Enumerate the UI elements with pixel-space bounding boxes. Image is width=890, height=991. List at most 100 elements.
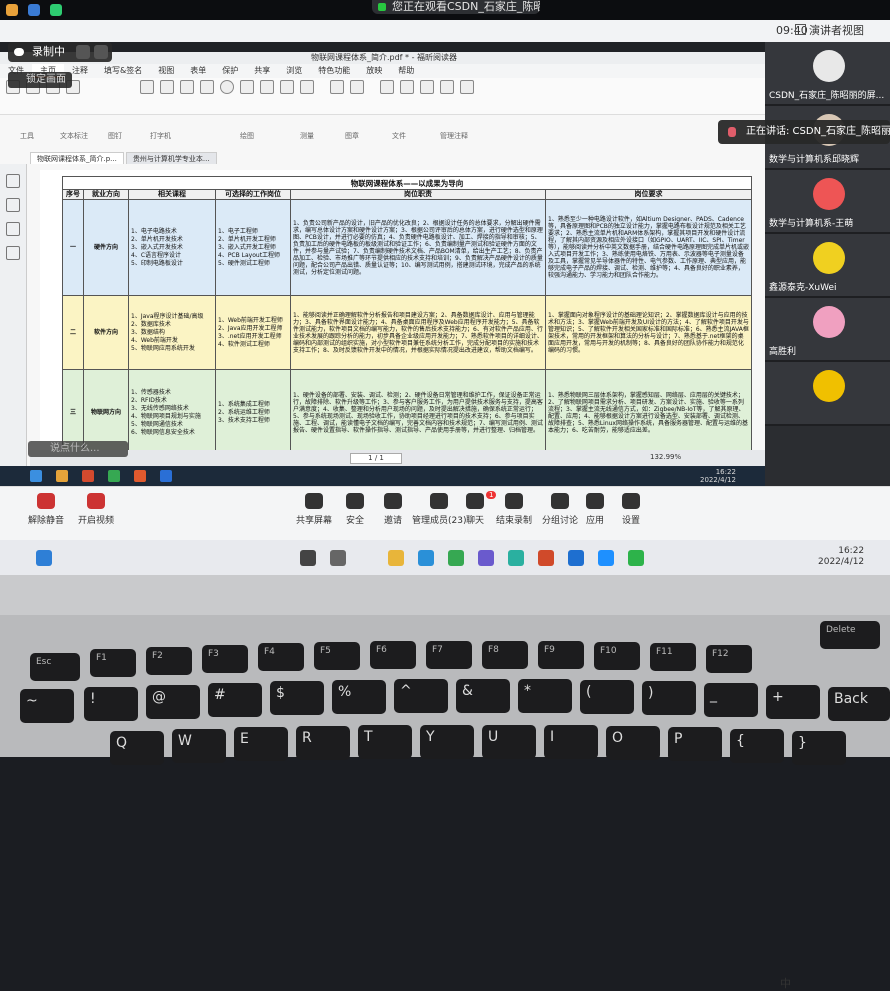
mic-icon	[728, 127, 736, 137]
menu-view[interactable]: 视图	[150, 64, 182, 78]
pencil-tool[interactable]	[240, 80, 254, 112]
menu-help[interactable]: 帮助	[390, 64, 422, 78]
app-icon	[56, 470, 68, 482]
bookmark-icon[interactable]	[6, 174, 20, 188]
settings-button[interactable]: 设置	[622, 493, 640, 526]
participant-tile[interactable]: 高胜利	[765, 298, 890, 362]
avatar	[813, 178, 845, 210]
menu-browse[interactable]: 浏览	[278, 64, 310, 78]
chat-button[interactable]: 1 聊天	[466, 491, 497, 526]
pdf-reader-icon[interactable]	[538, 550, 554, 566]
callout-tool[interactable]	[160, 80, 174, 112]
menu-form[interactable]: 表单	[182, 64, 214, 78]
key-i: I	[544, 725, 598, 759]
image-tool[interactable]	[350, 80, 364, 112]
menu-features[interactable]: 特色功能	[310, 64, 358, 78]
app-icon[interactable]	[508, 550, 524, 566]
document-tabs: 物联网课程体系_简介.p... 贵州与计算机学专业本...	[30, 152, 217, 164]
attachments-icon[interactable]	[6, 246, 20, 260]
stamp-tool[interactable]	[330, 80, 344, 112]
unmute-button[interactable]: 解除静音	[28, 493, 64, 526]
key-bracket: {	[730, 729, 784, 763]
pages-icon[interactable]	[6, 198, 20, 212]
comments-icon[interactable]	[6, 222, 20, 236]
shared-date: 2022/4/12	[700, 476, 736, 484]
stop-record-button[interactable]	[94, 45, 108, 59]
header-courses: 相关课程	[128, 189, 216, 200]
menu-share[interactable]: 共享	[246, 64, 278, 78]
start-video-button[interactable]: 开启视频	[78, 493, 114, 526]
screen-share-banner[interactable]: 您正在观看CSDN_石家庄_陈昭...的屏幕	[372, 0, 540, 14]
area-tool[interactable]	[280, 80, 294, 112]
menu-slideshow[interactable]: 放映	[358, 64, 390, 78]
import-icon	[420, 80, 434, 94]
course-item: 4、物联网项目规划与实施	[131, 412, 201, 420]
summary-tool[interactable]	[460, 80, 474, 112]
export-tool[interactable]	[440, 80, 454, 112]
zoom-level[interactable]: 132.99%	[650, 453, 681, 461]
doc-tab-second[interactable]: 贵州与计算机学专业本...	[125, 152, 217, 164]
key-7: &	[456, 679, 510, 713]
meeting-icon[interactable]	[568, 550, 584, 566]
key-4: $	[270, 681, 324, 715]
course-item: 5、物联网应用系统开发	[131, 344, 195, 352]
row-courses: 1、电子电路技术 2、单片机开发技术 3、嵌入式开发技术 4、C语言程序设计 5…	[128, 199, 216, 296]
key-backtick: ~	[20, 689, 74, 723]
app-icon[interactable]	[478, 550, 494, 566]
task-view-icon[interactable]	[330, 550, 346, 566]
wechat-icon[interactable]	[628, 550, 644, 566]
share-screen-button[interactable]: 共享屏幕	[296, 493, 332, 526]
ime-indicator[interactable]: 中	[780, 975, 791, 991]
distance-tool[interactable]	[300, 80, 314, 112]
rect-tool[interactable]	[200, 80, 214, 112]
participant-tile[interactable]	[765, 362, 890, 426]
laptop-screen: 09:40 演讲者视图 物联网课程体系_简介.pdf * - 福昕阅读器 文件 …	[0, 20, 890, 990]
system-date: 2022/4/12	[818, 557, 865, 567]
search-icon[interactable]	[300, 550, 316, 566]
chat-badge: 1	[486, 491, 497, 499]
key-e: E	[234, 727, 288, 761]
edge-icon[interactable]	[418, 550, 434, 566]
menu-fill-sign[interactable]: 填写&签名	[96, 64, 150, 78]
pause-record-button[interactable]	[76, 45, 90, 59]
key-1: !	[84, 687, 138, 721]
textbox-tool[interactable]	[180, 80, 194, 112]
attachment-icon	[380, 80, 394, 94]
manage-members-button[interactable]: 管理成员(23)	[412, 493, 466, 526]
group-label-drawing: 绘图	[240, 132, 254, 140]
create-tool[interactable]	[400, 80, 414, 112]
header-no: 序号	[62, 189, 84, 200]
typewriter-tool[interactable]	[140, 80, 154, 112]
meeting-app-icon[interactable]	[598, 550, 614, 566]
apps-button[interactable]: 应用	[586, 493, 604, 526]
row-no: 一	[62, 199, 84, 296]
breakout-button[interactable]: 分组讨论	[542, 493, 578, 526]
participant-tile[interactable]: CSDN_石家庄_陈昭丽的屏...	[765, 42, 890, 106]
chat-input[interactable]: 说点什么...	[28, 441, 128, 457]
eraser-tool[interactable]	[260, 80, 274, 112]
security-button[interactable]: 安全	[346, 493, 364, 526]
doc-tab-curriculum[interactable]: 物联网课程体系_简介.p...	[30, 152, 124, 164]
chrome-icon[interactable]	[448, 550, 464, 566]
oval-tool[interactable]	[220, 80, 234, 112]
participant-tile[interactable]: 数学与计算机系-王萌	[765, 170, 890, 234]
page-indicator[interactable]: 1 / 1	[350, 453, 402, 464]
stop-recording-button[interactable]: 结束录制	[496, 493, 532, 526]
system-clock[interactable]: 16:22 2022/4/12	[818, 546, 864, 568]
folder-icon[interactable]	[388, 550, 404, 566]
participant-name: 数学与计算机系-王萌	[769, 219, 854, 229]
curriculum-table: 物联网课程体系——以成果为导向 序号 就业方向 相关课程 可选择的工作岗位 岗位…	[62, 176, 752, 456]
invite-button[interactable]: 邀请	[384, 493, 402, 526]
import-tool[interactable]	[420, 80, 434, 112]
rectangle-icon	[200, 80, 214, 94]
windows-start-icon[interactable]	[36, 550, 52, 566]
attach-tool[interactable]	[380, 80, 394, 112]
apps-label: 应用	[586, 516, 605, 526]
table-row: 二 软件方向 1、Java程序设计基础/高级 2、数据库技术 3、数据结构 4、…	[62, 295, 752, 370]
lock-screen-button[interactable]: 锁定画面	[8, 72, 72, 88]
participant-tile[interactable]: 鑫源泰克-XuWei	[765, 234, 890, 298]
course-item: 4、Web前端开发	[131, 336, 178, 344]
menu-protect[interactable]: 保护	[214, 64, 246, 78]
speaker-view-button[interactable]: 演讲者视图	[795, 22, 864, 38]
job-item: 1、Web前端开发工程师	[218, 316, 283, 324]
